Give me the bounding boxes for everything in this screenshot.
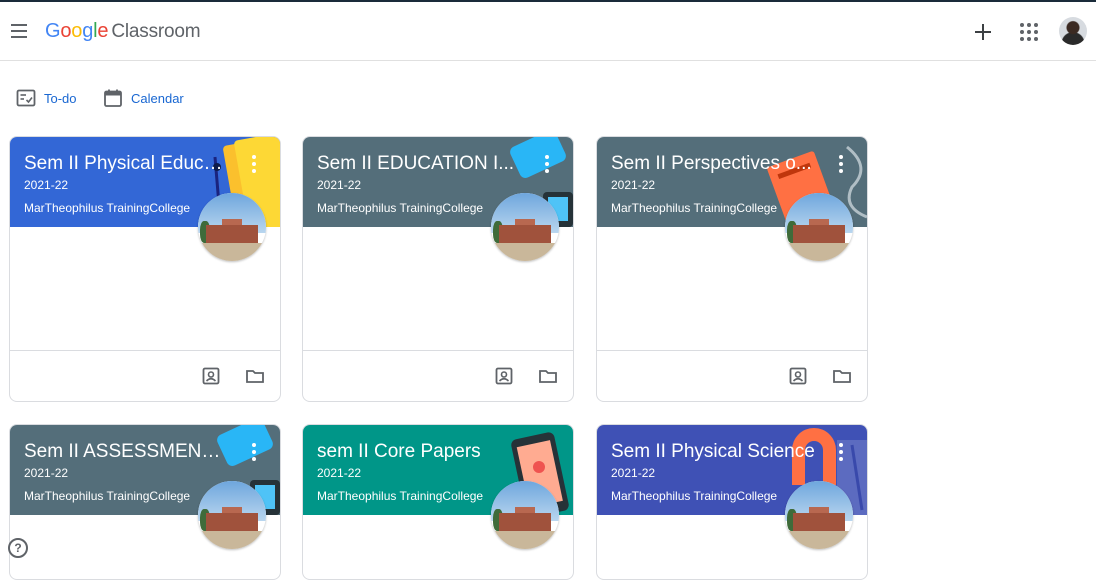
card-footer: [597, 350, 867, 401]
todo-link[interactable]: To-do: [16, 86, 77, 110]
folder-icon[interactable]: [245, 366, 265, 386]
class-owner: MarTheophilus TrainingCollege: [611, 201, 778, 215]
class-section: 2021-22: [317, 466, 362, 480]
folder-icon[interactable]: [538, 366, 558, 386]
app-header: Google Classroom: [0, 2, 1096, 61]
class-section: 2021-22: [24, 466, 69, 480]
class-owner: MarTheophilus TrainingCollege: [317, 489, 484, 503]
more-vert-icon[interactable]: [835, 154, 847, 174]
assignment-ind-icon[interactable]: [494, 366, 514, 386]
owner-photo: [198, 481, 266, 549]
owner-photo: [491, 193, 559, 261]
owner-photo: [491, 481, 559, 549]
class-owner: MarTheophilus TrainingCollege: [611, 489, 778, 503]
todo-checklist-icon: [16, 89, 36, 107]
class-title[interactable]: Sem II ASSESSMENT I...: [24, 441, 229, 463]
class-title[interactable]: Sem II Physical Science: [611, 441, 816, 463]
class-section: 2021-22: [611, 466, 656, 480]
class-owner: MarTheophilus TrainingCollege: [24, 489, 191, 503]
google-classroom-logo[interactable]: Google Classroom: [45, 20, 201, 44]
todo-label: To-do: [44, 90, 77, 106]
more-vert-icon[interactable]: [835, 442, 847, 462]
card-footer: [10, 350, 280, 401]
calendar-icon: [104, 89, 122, 107]
product-name: Classroom: [111, 21, 201, 42]
class-section: 2021-22: [24, 178, 69, 192]
more-vert-icon[interactable]: [541, 154, 553, 174]
class-title[interactable]: sem II Core Papers: [317, 441, 522, 463]
hamburger-menu-icon[interactable]: [8, 19, 32, 43]
class-title[interactable]: Sem II Perspectives o...: [611, 153, 816, 175]
owner-photo: [198, 193, 266, 261]
owner-photo: [785, 193, 853, 261]
card-footer: [303, 350, 573, 401]
class-title[interactable]: Sem II Physical Educa...: [24, 153, 229, 175]
sub-navigation: To-do Calendar: [0, 86, 300, 110]
account-avatar[interactable]: [1059, 17, 1087, 45]
calendar-label: Calendar: [131, 90, 184, 106]
class-owner: MarTheophilus TrainingCollege: [24, 201, 191, 215]
logo-letter: g: [82, 20, 94, 42]
class-title[interactable]: Sem II EDUCATION I...: [317, 153, 522, 175]
grid-apps-icon[interactable]: [1020, 23, 1038, 41]
logo-letter: e: [97, 20, 109, 42]
more-vert-icon[interactable]: [248, 442, 260, 462]
plus-icon[interactable]: [970, 19, 996, 45]
owner-photo: [785, 481, 853, 549]
assignment-ind-icon[interactable]: [788, 366, 808, 386]
class-section: 2021-22: [317, 178, 362, 192]
help-icon[interactable]: ?: [8, 538, 28, 558]
logo-letter: G: [45, 20, 61, 42]
folder-icon[interactable]: [832, 366, 852, 386]
more-vert-icon[interactable]: [248, 154, 260, 174]
google-wordmark: Google: [45, 20, 109, 43]
calendar-link[interactable]: Calendar: [103, 86, 184, 110]
class-card[interactable]: Sem II EDUCATION I... 2021-22 MarTheophi…: [302, 136, 574, 402]
class-card[interactable]: Sem II Physical Science 2021-22 MarTheop…: [596, 424, 868, 580]
logo-letter: o: [60, 20, 72, 42]
class-card[interactable]: Sem II ASSESSMENT I... 2021-22 MarTheoph…: [9, 424, 281, 580]
assignment-ind-icon[interactable]: [201, 366, 221, 386]
logo-letter: o: [71, 20, 83, 42]
class-card[interactable]: Sem II Physical Educa... 2021-22 MarTheo…: [9, 136, 281, 402]
class-card[interactable]: Sem II Perspectives o... 2021-22 MarTheo…: [596, 136, 868, 402]
class-section: 2021-22: [611, 178, 656, 192]
class-card[interactable]: sem II Core Papers 2021-22 MarTheophilus…: [302, 424, 574, 580]
help-label: ?: [14, 541, 22, 555]
class-owner: MarTheophilus TrainingCollege: [317, 201, 484, 215]
